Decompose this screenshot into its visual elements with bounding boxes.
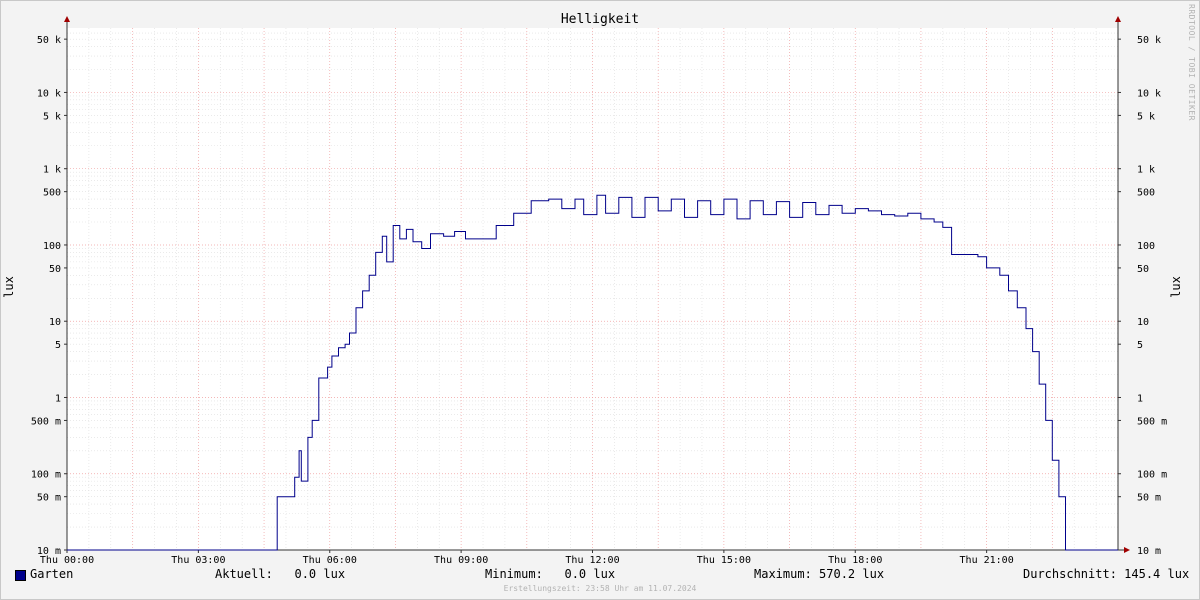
- y-tick-label-left: 50 k: [37, 35, 61, 46]
- y-tick-label-left: 1: [55, 393, 61, 404]
- y-axis-label-right: lux: [1169, 276, 1183, 298]
- y-tick-label-right: 5 k: [1137, 111, 1155, 122]
- legend-swatch-garten: [15, 570, 26, 581]
- y-tick-label-right: 10 m: [1137, 546, 1161, 557]
- x-tick-label: Thu 03:00: [171, 555, 225, 566]
- y-tick-label-right: 100 m: [1137, 470, 1167, 481]
- y-tick-label-right: 10 k: [1137, 88, 1161, 99]
- rrdtool-watermark: RRDTOOL / TOBI OETIKER: [1187, 4, 1196, 121]
- x-tick-label: Thu 06:00: [303, 555, 357, 566]
- legend-maximum: Maximum: 570.2 lux: [754, 567, 885, 581]
- legend-durchschnitt: Durchschnitt: 145.4 lux: [1023, 567, 1190, 581]
- y-axis-label-left: lux: [2, 276, 16, 298]
- x-axis-arrow: [1124, 547, 1130, 553]
- y-tick-label-right: 500: [1137, 188, 1155, 199]
- legend-series-name: Garten: [30, 567, 74, 581]
- x-tick-label: Thu 21:00: [960, 555, 1014, 566]
- y-tick-label-left: 10: [49, 317, 61, 328]
- y-tick-label-left: 5 k: [43, 111, 61, 122]
- x-tick-label: Thu 00:00: [40, 555, 94, 566]
- y-tick-label-left: 1 k: [43, 165, 61, 176]
- y-tick-label-right: 50 m: [1137, 493, 1161, 504]
- y-tick-label-right: 5: [1137, 340, 1143, 351]
- y-tick-label-left: 10 k: [37, 88, 61, 99]
- legend-aktuell: Aktuell: 0.0 lux: [215, 567, 346, 581]
- y-tick-label-left: 5: [55, 340, 61, 351]
- x-tick-label: Thu 15:00: [697, 555, 751, 566]
- chart-title: Helligkeit: [561, 12, 639, 27]
- y-axis-right-arrow: [1115, 16, 1121, 22]
- brightness-chart: 50 k 10 k 5 k 1 k 500 100 50 10 5 1 500 m 100 m 50 m…: [2, 12, 1183, 566]
- footer-timestamp: Erstellungszeit: 23:58 Uhr am 11.07.2024: [503, 584, 697, 593]
- y-tick-label-left: 50: [49, 264, 61, 275]
- y-axis-left-arrow: [64, 16, 70, 22]
- y-tick-label-left: 100 m: [31, 470, 61, 481]
- y-tick-label-left: 500: [43, 188, 61, 199]
- y-tick-label-left: 500 m: [31, 416, 61, 427]
- x-tick-label: Thu 18:00: [828, 555, 882, 566]
- y-tick-label-right: 500 m: [1137, 416, 1167, 427]
- x-tick-label: Thu 09:00: [434, 555, 488, 566]
- y-tick-label-left: 100: [43, 241, 61, 252]
- y-tick-label-right: 1 k: [1137, 165, 1155, 176]
- y-tick-label-right: 50 k: [1137, 35, 1161, 46]
- x-tick-label: Thu 12:00: [565, 555, 619, 566]
- y-tick-label-right: 1: [1137, 393, 1143, 404]
- y-tick-label-right: 10: [1137, 317, 1149, 328]
- y-tick-label-right: 50: [1137, 264, 1149, 275]
- legend-minimum: Minimum: 0.0 lux: [485, 567, 616, 581]
- y-tick-label-right: 100: [1137, 241, 1155, 252]
- y-tick-label-left: 50 m: [37, 493, 61, 504]
